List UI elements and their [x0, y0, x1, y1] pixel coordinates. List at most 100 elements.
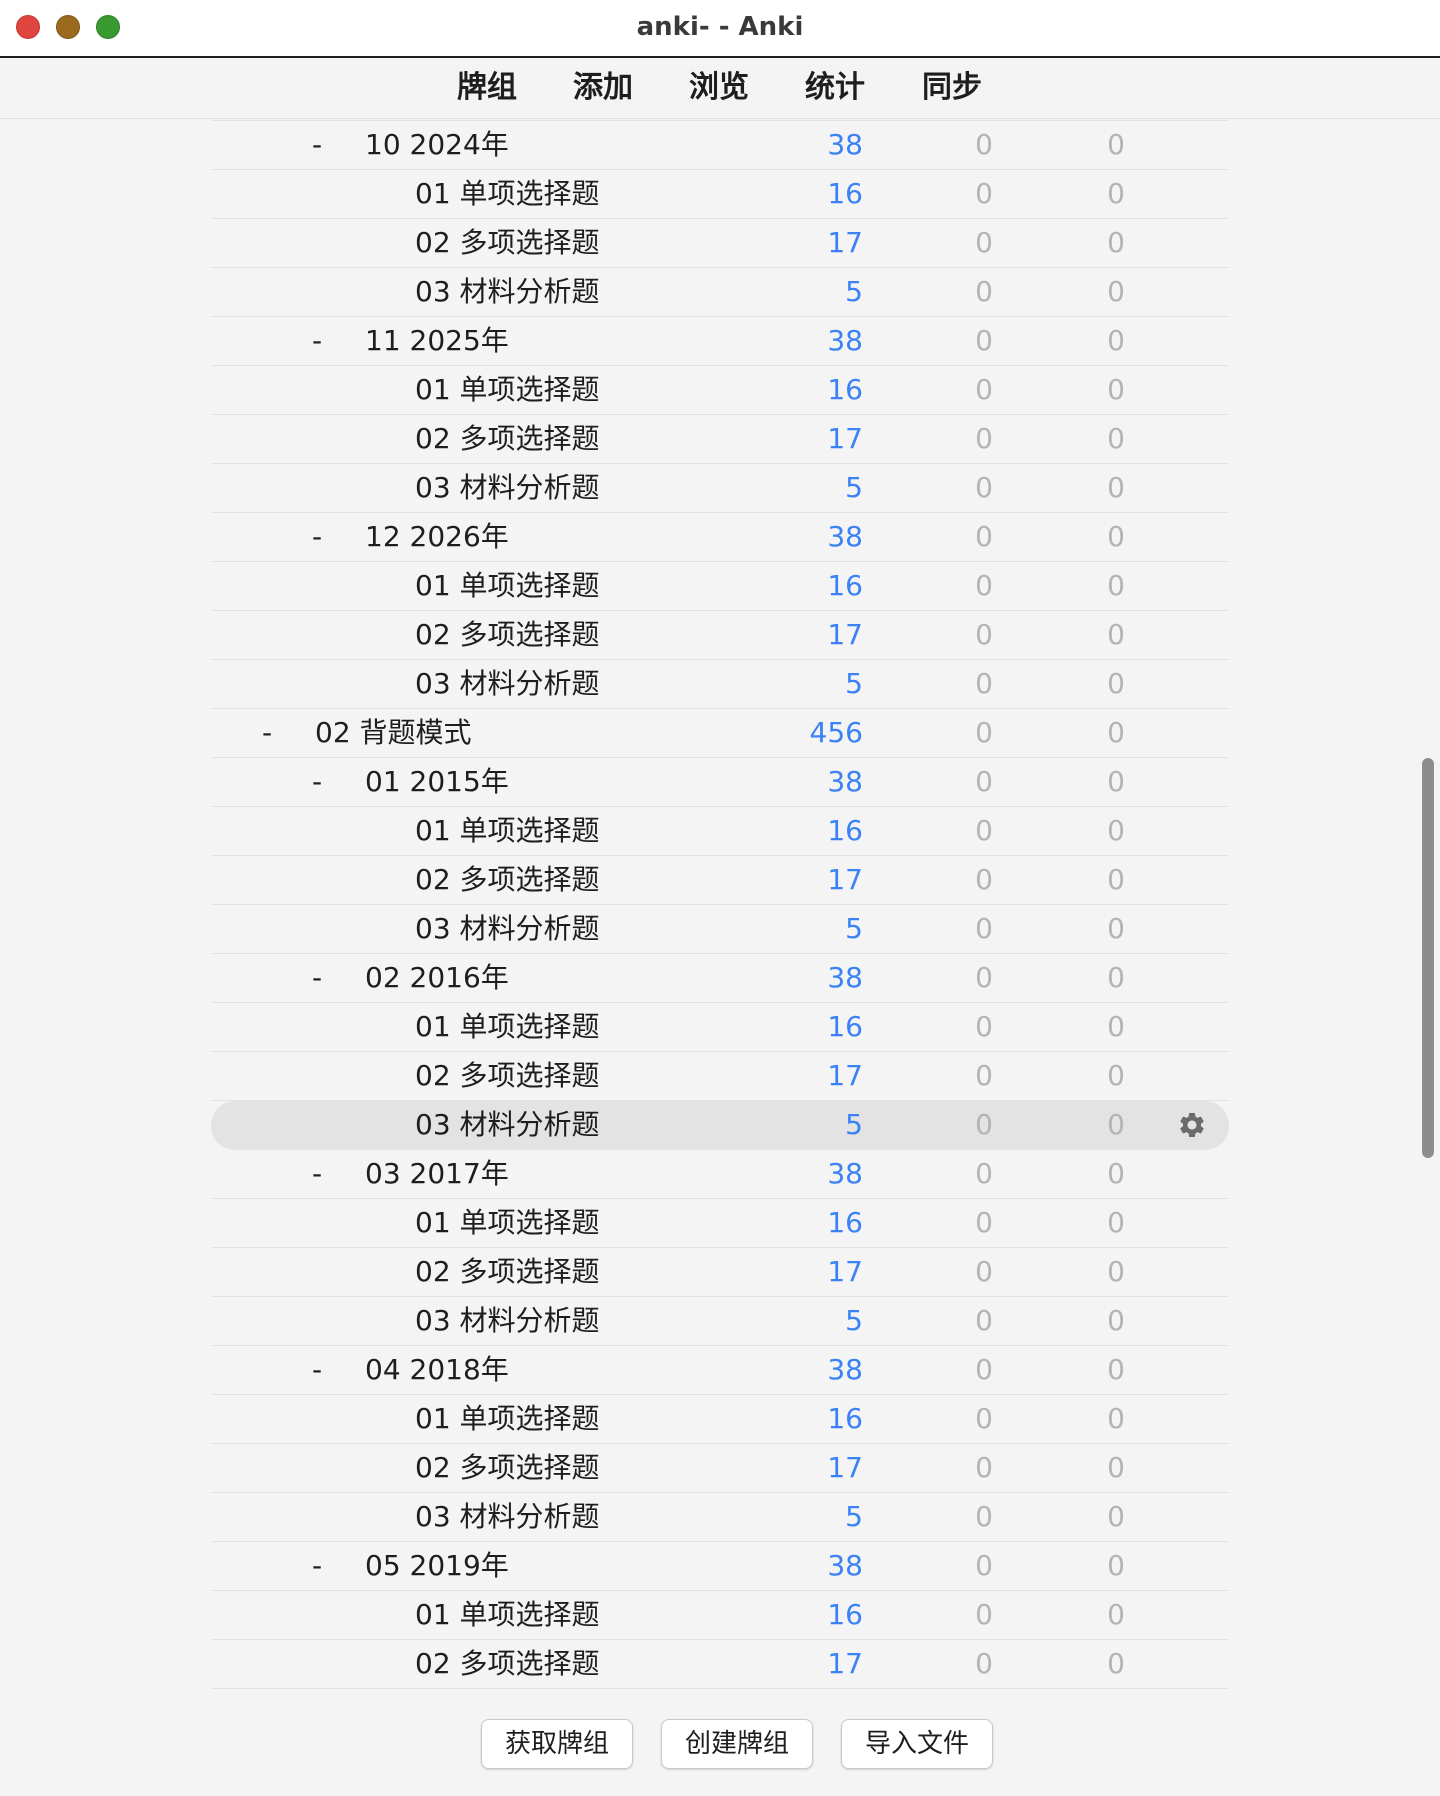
- collapse-toggle[interactable]: -: [255, 709, 279, 757]
- deck-row[interactable]: 01 单项选择题 16 0 0: [211, 1395, 1229, 1444]
- deck-row[interactable]: 01 单项选择题 16 0 0: [211, 170, 1229, 219]
- deck-row[interactable]: 02 多项选择题 17 0 0: [211, 415, 1229, 464]
- collapse-toggle[interactable]: -: [305, 317, 329, 365]
- deck-name[interactable]: 01 单项选择题: [415, 170, 600, 218]
- deck-name[interactable]: 01 单项选择题: [415, 1199, 600, 1247]
- deck-row[interactable]: -01 2015年 38 0 0: [211, 758, 1229, 807]
- deck-name[interactable]: 11 2025年: [365, 317, 509, 365]
- deck-row[interactable]: 02 多项选择题 17 0 0: [211, 219, 1229, 268]
- deck-name[interactable]: 01 单项选择题: [415, 366, 600, 414]
- deck-name[interactable]: 01 2015年: [365, 758, 509, 806]
- new-count: 16: [827, 177, 863, 210]
- deck-name[interactable]: 03 材料分析题: [415, 268, 600, 316]
- due-count: 0: [1107, 863, 1125, 896]
- learn-count: 0: [975, 1059, 993, 1092]
- due-count: 0: [1107, 177, 1125, 210]
- due-count: 0: [1107, 422, 1125, 455]
- new-count: 38: [827, 128, 863, 161]
- deck-row[interactable]: 03 材料分析题 5 0 0: [211, 1101, 1229, 1150]
- deck-name[interactable]: 02 多项选择题: [415, 1248, 600, 1296]
- deck-name[interactable]: 02 2016年: [365, 954, 509, 1002]
- get-shared-button[interactable]: 获取牌组: [481, 1719, 633, 1769]
- deck-row[interactable]: 01 单项选择题 16 0 0: [211, 562, 1229, 611]
- create-deck-button[interactable]: 创建牌组: [661, 1719, 813, 1769]
- toolbar-add[interactable]: 添加: [548, 58, 658, 118]
- toolbar-sync[interactable]: 同步: [897, 58, 1007, 118]
- deck-name[interactable]: 03 材料分析题: [415, 1101, 600, 1149]
- deck-name[interactable]: 10 2024年: [365, 121, 509, 169]
- new-count: 16: [827, 569, 863, 602]
- deck-name[interactable]: 12 2026年: [365, 513, 509, 561]
- learn-count: 0: [975, 716, 993, 749]
- deck-row[interactable]: -12 2026年 38 0 0: [211, 513, 1229, 562]
- collapse-toggle[interactable]: -: [305, 513, 329, 561]
- deck-name[interactable]: 04 2018年: [365, 1346, 509, 1394]
- main-toolbar: 牌组 添加 浏览 统计 同步: [0, 58, 1440, 119]
- deck-row[interactable]: -03 2017年 38 0 0: [211, 1150, 1229, 1199]
- deck-row[interactable]: -11 2025年 38 0 0: [211, 317, 1229, 366]
- new-count: 456: [809, 716, 863, 749]
- deck-name[interactable]: 01 单项选择题: [415, 1395, 600, 1443]
- deck-row[interactable]: 01 单项选择题 16 0 0: [211, 366, 1229, 415]
- deck-name[interactable]: 03 材料分析题: [415, 905, 600, 953]
- deck-row[interactable]: 01 单项选择题 16 0 0: [211, 807, 1229, 856]
- deck-row[interactable]: 03 材料分析题 5 0 0: [211, 1493, 1229, 1542]
- toolbar-decks[interactable]: 牌组: [432, 58, 542, 118]
- new-count: 17: [827, 1059, 863, 1092]
- due-count: 0: [1107, 1157, 1125, 1190]
- deck-name[interactable]: 01 单项选择题: [415, 1591, 600, 1639]
- deck-name[interactable]: 01 单项选择题: [415, 807, 600, 855]
- deck-row[interactable]: 03 材料分析题 5 0 0: [211, 905, 1229, 954]
- deck-name[interactable]: 01 单项选择题: [415, 562, 600, 610]
- deck-row[interactable]: 02 多项选择题 17 0 0: [211, 1640, 1229, 1689]
- deck-row[interactable]: 02 多项选择题 17 0 0: [211, 856, 1229, 905]
- deck-row[interactable]: 01 单项选择题 16 0 0: [211, 1591, 1229, 1640]
- deck-row[interactable]: 02 多项选择题 17 0 0: [211, 1444, 1229, 1493]
- deck-name[interactable]: 01 单项选择题: [415, 1003, 600, 1051]
- deck-name[interactable]: 03 材料分析题: [415, 660, 600, 708]
- deck-name[interactable]: 02 背题模式: [315, 709, 472, 757]
- deck-name[interactable]: 02 多项选择题: [415, 611, 600, 659]
- deck-name[interactable]: 02 多项选择题: [415, 219, 600, 267]
- collapse-toggle[interactable]: -: [305, 1542, 329, 1590]
- learn-count: 0: [975, 520, 993, 553]
- deck-name[interactable]: 05 2019年: [365, 1542, 509, 1590]
- collapse-toggle[interactable]: -: [305, 1150, 329, 1198]
- deck-row[interactable]: -04 2018年 38 0 0: [211, 1346, 1229, 1395]
- deck-row[interactable]: -05 2019年 38 0 0: [211, 1542, 1229, 1591]
- deck-row[interactable]: -02 2016年 38 0 0: [211, 954, 1229, 1003]
- import-file-button[interactable]: 导入文件: [841, 1719, 993, 1769]
- deck-row[interactable]: 03 材料分析题 5 0 0: [211, 660, 1229, 709]
- deck-name[interactable]: 03 2017年: [365, 1150, 509, 1198]
- deck-name[interactable]: 02 多项选择题: [415, 415, 600, 463]
- deck-name[interactable]: 03 材料分析题: [415, 464, 600, 512]
- deck-row[interactable]: 03 材料分析题 5 0 0: [211, 268, 1229, 317]
- deck-row[interactable]: -02 背题模式 456 0 0: [211, 709, 1229, 758]
- collapse-toggle[interactable]: -: [305, 1346, 329, 1394]
- collapse-toggle[interactable]: -: [305, 954, 329, 1002]
- deck-name[interactable]: 02 多项选择题: [415, 1444, 600, 1492]
- deck-row[interactable]: 01 单项选择题 16 0 0: [211, 1199, 1229, 1248]
- deck-row[interactable]: 02 多项选择题 17 0 0: [211, 1052, 1229, 1101]
- due-count: 0: [1107, 1647, 1125, 1680]
- new-count: 5: [845, 1304, 863, 1337]
- deck-row[interactable]: 02 多项选择题 17 0 0: [211, 1248, 1229, 1297]
- deck-name[interactable]: 03 材料分析题: [415, 1297, 600, 1345]
- deck-row[interactable]: 03 材料分析题 5 0 0: [211, 1297, 1229, 1346]
- collapse-toggle[interactable]: -: [305, 121, 329, 169]
- toolbar-browse[interactable]: 浏览: [664, 58, 774, 118]
- gear-icon[interactable]: [1177, 1110, 1207, 1140]
- deck-name[interactable]: 03 材料分析题: [415, 1493, 600, 1541]
- deck-name[interactable]: 02 多项选择题: [415, 1052, 600, 1100]
- due-count: 0: [1107, 1549, 1125, 1582]
- collapse-toggle[interactable]: -: [305, 758, 329, 806]
- deck-row[interactable]: -10 2024年 38 0 0: [211, 121, 1229, 170]
- deck-row[interactable]: 03 材料分析题 5 0 0: [211, 464, 1229, 513]
- deck-row[interactable]: 01 单项选择题 16 0 0: [211, 1003, 1229, 1052]
- learn-count: 0: [975, 1647, 993, 1680]
- vertical-scrollbar[interactable]: [1422, 758, 1434, 1158]
- deck-name[interactable]: 02 多项选择题: [415, 1640, 600, 1688]
- deck-name[interactable]: 02 多项选择题: [415, 856, 600, 904]
- deck-row[interactable]: 02 多项选择题 17 0 0: [211, 611, 1229, 660]
- toolbar-stats[interactable]: 统计: [780, 58, 890, 118]
